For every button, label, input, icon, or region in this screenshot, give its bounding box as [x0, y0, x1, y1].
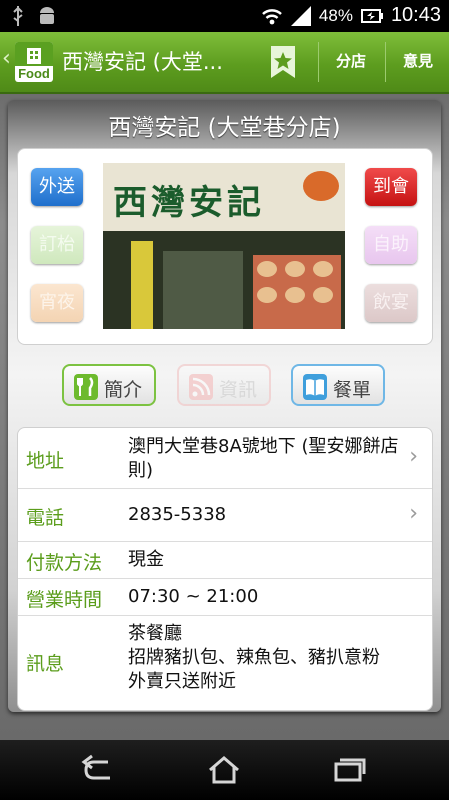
fork-knife-icon	[74, 374, 98, 400]
app-logo[interactable]: Food	[15, 42, 53, 82]
tab-menu-label: 餐單	[333, 379, 372, 401]
hours-value: 07:30 ~ 21:00	[128, 586, 259, 607]
info-row-message: 訊息 茶餐廳 招牌豬扒包、辣魚包、豬扒意粉 外賣只送附近	[18, 616, 432, 710]
up-navigation-icon[interactable]: ‹	[2, 46, 11, 71]
menu-book-icon	[303, 374, 327, 400]
tab-menu[interactable]: 餐單	[291, 364, 385, 406]
phone-label: 電話	[26, 507, 65, 529]
info-row-phone[interactable]: 電話 2835-5338 ›	[18, 489, 432, 542]
delivery-button[interactable]: 外送	[31, 168, 83, 206]
clock: 10:43	[390, 4, 441, 26]
reservation-button: 訂枱	[31, 226, 83, 264]
info-row-payment: 付款方法 現金	[18, 542, 432, 579]
payment-value: 現金	[128, 549, 164, 570]
store-name: 西灣安記 (大堂巷分店)	[108, 115, 341, 141]
logo-text: Food	[18, 66, 50, 81]
battery-percent: 48%	[318, 5, 353, 25]
banquet-button: 飲宴	[365, 284, 417, 322]
store-sign: 西灣安記	[103, 163, 345, 231]
message-line: 外賣只送附近	[128, 671, 236, 692]
message-value: 茶餐廳 招牌豬扒包、辣魚包、豬扒意粉 外賣只送附近	[128, 622, 428, 694]
tab-intro-label: 簡介	[104, 379, 143, 401]
building-icon	[27, 48, 41, 64]
star-bookmark-icon[interactable]	[270, 46, 296, 78]
home-icon[interactable]	[204, 754, 244, 786]
chevron-right-icon: ›	[409, 444, 418, 469]
battery-charging-icon	[360, 8, 383, 23]
address-value: 澳門大堂巷8A號地下 (聖安娜餅店則)	[128, 436, 399, 481]
hours-label: 營業時間	[26, 589, 103, 611]
store-sign-text: 西灣安記	[113, 183, 265, 223]
wifi-icon	[262, 8, 282, 24]
info-row-hours: 營業時間 07:30 ~ 21:00	[18, 579, 432, 616]
usb-icon	[13, 6, 23, 26]
payment-label: 付款方法	[26, 552, 103, 574]
message-label: 訊息	[26, 653, 65, 675]
buffet-button: 自助	[365, 226, 417, 264]
address-label: 地址	[26, 450, 65, 472]
late-night-button: 宵夜	[31, 284, 83, 322]
divider	[318, 42, 319, 82]
chevron-right-icon: ›	[409, 501, 418, 526]
action-bar-title: 西灣安記 (大堂...	[62, 50, 223, 74]
divider	[385, 42, 386, 82]
phone-value: 2835-5338	[128, 504, 227, 525]
tab-info: 資訊	[177, 364, 271, 406]
action-bar: ‹ Food 西灣安記 (大堂... 分店 意見	[0, 32, 449, 94]
recent-apps-icon[interactable]	[328, 754, 368, 786]
navigation-bar	[0, 740, 449, 800]
android-icon	[40, 7, 54, 24]
status-bar: 48% 10:43	[0, 0, 449, 32]
branches-button[interactable]: 分店	[336, 50, 366, 71]
feedback-button[interactable]: 意見	[403, 50, 433, 71]
catering-button[interactable]: 到會	[365, 168, 417, 206]
message-line: 招牌豬扒包、辣魚包、豬扒意粉	[128, 647, 380, 668]
back-icon[interactable]	[80, 754, 120, 786]
rss-icon	[189, 374, 213, 400]
info-row-address[interactable]: 地址 澳門大堂巷8A號地下 (聖安娜餅店則) ›	[18, 428, 432, 489]
message-line: 茶餐廳	[128, 623, 182, 644]
tab-intro[interactable]: 簡介	[62, 364, 156, 406]
info-table: 地址 澳門大堂巷8A號地下 (聖安娜餅店則) › 電話 2835-5338 › …	[17, 427, 433, 711]
store-photo[interactable]: 西灣安記	[103, 163, 345, 329]
tab-info-label: 資訊	[219, 379, 258, 401]
signal-icon	[290, 5, 311, 26]
